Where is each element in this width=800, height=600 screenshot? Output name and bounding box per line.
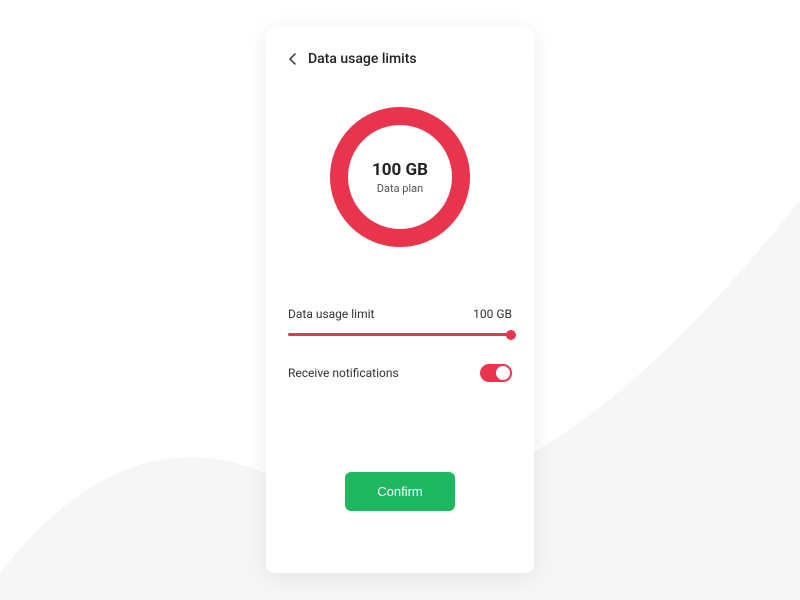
data-plan-ring-container: 100 GB Data plan [288, 107, 512, 247]
notifications-toggle[interactable] [480, 364, 512, 382]
settings-card: Data usage limits 100 GB Data plan Data … [266, 27, 534, 573]
slider-label: Data usage limit [288, 307, 374, 321]
notifications-row: Receive notifications [288, 364, 512, 382]
data-plan-ring: 100 GB Data plan [330, 107, 470, 247]
data-limit-slider[interactable] [288, 333, 512, 336]
data-plan-label: Data plan [377, 182, 423, 195]
slider-row: Data usage limit 100 GB [288, 307, 512, 321]
slider-thumb[interactable] [506, 330, 516, 340]
chevron-left-icon [289, 53, 297, 65]
data-plan-value: 100 GB [372, 160, 428, 180]
confirm-button[interactable]: Confirm [345, 472, 455, 511]
page-title: Data usage limits [308, 51, 417, 67]
notifications-label: Receive notifications [288, 366, 399, 380]
back-button[interactable] [288, 52, 298, 66]
toggle-knob [496, 366, 510, 380]
slider-value: 100 GB [473, 307, 512, 321]
header: Data usage limits [288, 51, 512, 67]
